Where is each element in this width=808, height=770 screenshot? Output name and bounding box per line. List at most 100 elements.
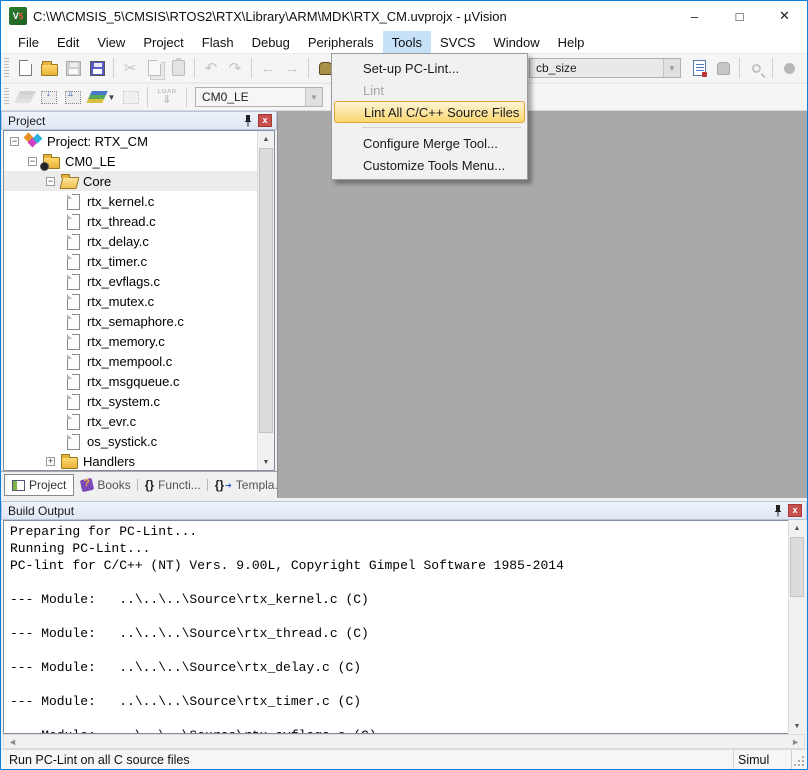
tree-item-icon [64,353,82,369]
scroll-down-icon[interactable]: ▼ [258,454,274,470]
menu-bar-item[interactable]: Debug [243,31,299,53]
scroll-up-icon[interactable]: ▲ [258,131,274,147]
menu-bar-item[interactable]: File [9,31,48,53]
build-output-scrollbar[interactable]: ▲ ▼ [788,520,805,734]
tree-item[interactable]: rtx_thread.c [4,211,274,231]
cut-button[interactable]: ✂ [118,56,142,80]
tools-menu-item[interactable]: Customize Tools Menu... [334,154,525,176]
open-file-button[interactable] [37,56,61,80]
save-button[interactable] [61,56,85,80]
menu-bar-item[interactable]: Window [484,31,548,53]
tree-item[interactable]: rtx_delay.c [4,231,274,251]
tab-icon [145,478,154,492]
redo-button[interactable]: ↷ [223,56,247,80]
tree-item[interactable]: Handlers [4,451,274,471]
chevron-down-icon[interactable]: ▼ [663,59,680,77]
menu-bar-item[interactable]: Tools [383,31,431,53]
toolbar-grip[interactable] [4,58,9,78]
build-output-line: --- Module: ..\..\..\Source\rtx_delay.c … [10,659,804,676]
find-button[interactable] [711,56,735,80]
tools-menu-item[interactable]: Set-up PC-Lint... [334,57,525,79]
menu-bar-item[interactable]: View [88,31,134,53]
tree-expander[interactable] [46,457,55,466]
build-button[interactable] [37,85,61,109]
tree-expander[interactable] [10,137,19,146]
resize-grip[interactable] [791,750,807,769]
minimize-button[interactable]: – [672,1,717,31]
panel-tab[interactable]: Books [74,474,137,496]
tree-item[interactable]: rtx_mempool.c [4,351,274,371]
menu-bar-item[interactable]: Help [549,31,594,53]
tree-item[interactable]: rtx_evr.c [4,411,274,431]
project-panel-close-button[interactable]: x [258,114,272,127]
panel-tab[interactable]: Functi... [138,474,208,496]
tree-item[interactable]: Project: RTX_CM [4,131,274,151]
scrollbar-thumb[interactable] [259,148,273,433]
paste-button[interactable] [166,56,190,80]
menu-bar-item[interactable]: Edit [48,31,88,53]
tools-menu-item[interactable] [334,123,525,132]
scroll-right-icon[interactable]: ► [791,737,800,747]
tree-item[interactable]: rtx_kernel.c [4,191,274,211]
chevron-down-icon[interactable]: ▼ [305,88,322,106]
scroll-down-icon[interactable]: ▼ [789,718,805,734]
navigate-back-button[interactable]: ← [256,56,280,80]
build-output-hscrollbar[interactable]: ◄ ► [3,734,805,749]
save-all-icon [90,61,105,76]
scroll-up-icon[interactable]: ▲ [789,520,805,536]
find-in-files-button[interactable] [687,56,711,80]
scroll-left-icon[interactable]: ◄ [8,737,17,747]
tree-item[interactable]: os_systick.c [4,431,274,451]
tree-expander[interactable] [46,177,55,186]
find-combobox[interactable]: cb_size ▼ [529,58,681,78]
stop-build-button[interactable] [119,85,143,109]
pin-icon[interactable] [242,114,254,127]
tree-item[interactable]: rtx_msgqueue.c [4,371,274,391]
tab-icon [80,478,94,492]
toolbar-grip[interactable] [4,88,9,106]
tree-item[interactable]: rtx_mutex.c [4,291,274,311]
tree-item[interactable]: rtx_memory.c [4,331,274,351]
copy-button[interactable] [142,56,166,80]
undo-button[interactable]: ↶ [199,56,223,80]
menu-bar-item[interactable]: Flash [193,31,243,53]
project-tree-scrollbar[interactable]: ▲ ▼ [257,131,274,470]
new-file-icon [19,60,32,76]
scrollbar-thumb[interactable] [790,537,804,597]
tree-expander[interactable] [28,157,37,166]
menu-bar-item[interactable]: Peripherals [299,31,383,53]
close-button[interactable]: ✕ [762,1,807,31]
pin-icon[interactable] [772,504,784,517]
tree-item[interactable]: rtx_timer.c [4,251,274,271]
build-output-console[interactable]: Preparing for PC-Lint...Running PC-Lint.… [3,520,805,734]
tools-menu-item[interactable]: Lint [334,79,525,101]
tools-menu-item[interactable]: Lint All C/C++ Source Files [334,101,525,123]
build-output-close-button[interactable]: x [788,504,802,517]
batch-build-button[interactable]: ▼ [85,85,119,109]
tools-menu-item[interactable]: Configure Merge Tool... [334,132,525,154]
navigate-forward-button[interactable]: → [280,56,304,80]
tree-item[interactable]: rtx_semaphore.c [4,311,274,331]
tree-item[interactable]: rtx_system.c [4,391,274,411]
translate-button[interactable] [13,85,37,109]
tree-item-icon [64,233,82,249]
build-output-line: Running PC-Lint... [10,540,804,557]
build-output-line [10,710,804,727]
target-select-combobox[interactable]: CM0_LE ▼ [195,87,323,107]
rebuild-button[interactable] [61,85,85,109]
panel-tab[interactable]: Project [4,474,74,496]
chevron-down-icon[interactable]: ▼ [108,93,116,102]
tree-item[interactable]: rtx_evflags.c [4,271,274,291]
save-all-button[interactable] [85,56,109,80]
hand-icon [717,62,730,75]
download-button[interactable]: LOAD [152,85,182,109]
maximize-button[interactable]: □ [717,1,762,31]
build-icon [41,91,57,104]
menu-bar-item[interactable]: Project [134,31,192,53]
tree-item[interactable]: CM0_LE [4,151,274,171]
tree-item[interactable]: Core [4,171,274,191]
debug-session-button[interactable] [744,56,768,80]
breakpoint-button[interactable] [777,56,801,80]
menu-bar-item[interactable]: SVCS [431,31,484,53]
new-file-button[interactable] [13,56,37,80]
